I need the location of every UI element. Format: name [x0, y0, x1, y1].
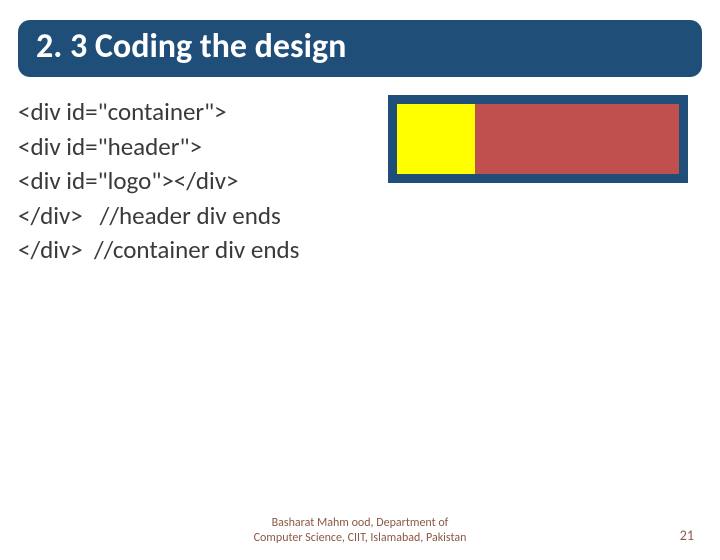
footer-attribution: Basharat Mahm ood, Department of Compute… [254, 516, 467, 546]
code-line-4: </div> //header div ends [18, 199, 702, 234]
slide-content: <div id="container"> <div id="header"> <… [18, 95, 702, 268]
footer-line-2: Computer Science, CIIT, Islamabad, Pakis… [254, 531, 467, 545]
layout-diagram-logo [397, 104, 475, 174]
layout-diagram-banner [475, 104, 679, 174]
footer-line-1: Basharat Mahm ood, Department of [272, 516, 449, 530]
slide-title: 2. 3 Coding the design [36, 26, 684, 67]
slide-title-bar: 2. 3 Coding the design [18, 20, 702, 77]
layout-diagram-header [397, 104, 679, 174]
layout-diagram-container [388, 95, 688, 183]
code-line-5: </div> //container div ends [18, 233, 702, 268]
page-number: 21 [680, 527, 694, 544]
slide-footer: Basharat Mahm ood, Department of Compute… [0, 516, 720, 546]
